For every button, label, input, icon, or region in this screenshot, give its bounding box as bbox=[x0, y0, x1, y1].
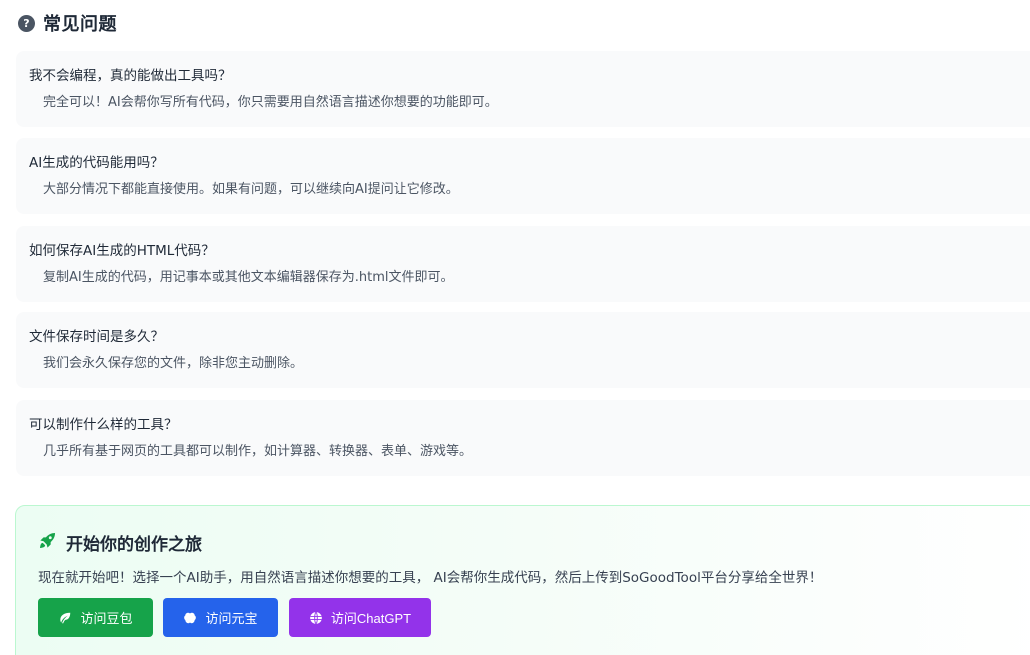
faq-question: 如何保存AI生成的HTML代码？ bbox=[29, 243, 215, 259]
faq-answer: 复制AI生成的代码，用记事本或其他文本编辑器保存为.html文件即可。 bbox=[43, 270, 454, 285]
faq-answer: 大部分情况下都能直接使用。如果有问题，可以继续向AI提问让它修改。 bbox=[43, 182, 459, 197]
faq-answer: 完全可以！AI会帮你写所有代码，你只需要用自然语言描述你想要的功能即可。 bbox=[43, 95, 498, 110]
faq-item: 如何保存AI生成的HTML代码？ 复制AI生成的代码，用记事本或其他文本编辑器保… bbox=[16, 226, 1030, 302]
faq-item: 我不会编程，真的能做出工具吗？ 完全可以！AI会帮你写所有代码，你只需要用自然语… bbox=[16, 51, 1030, 127]
faq-question: 文件保存时间是多久？ bbox=[29, 329, 164, 345]
faq-item: 文件保存时间是多久？ 我们会永久保存您的文件，除非您主动删除。 bbox=[16, 312, 1030, 388]
cta-box: 开始你的创作之旅 现在就开始吧！选择一个AI助手，用自然语言描述你想要的工具， … bbox=[15, 505, 1030, 655]
faq-title: 常见问题 bbox=[43, 14, 117, 35]
faq-item: AI生成的代码能用吗？ 大部分情况下都能直接使用。如果有问题，可以继续向AI提问… bbox=[16, 138, 1030, 214]
cta-title-row: 开始你的创作之旅 bbox=[38, 530, 202, 555]
faq-question: 我不会编程，真的能做出工具吗？ bbox=[29, 68, 232, 84]
faq-header: ? 常见问题 bbox=[18, 12, 117, 35]
faq-item: 可以制作什么样的工具？ 几乎所有基于网页的工具都可以制作，如计算器、转换器、表单… bbox=[16, 400, 1030, 476]
page: ? 常见问题 我不会编程，真的能做出工具吗？ 完全可以！AI会帮你写所有代码，你… bbox=[0, 0, 1030, 655]
cta-description: 现在就开始吧！选择一个AI助手，用自然语言描述你想要的工具， AI会帮你生成代码… bbox=[38, 570, 823, 586]
question-circle-icon: ? bbox=[18, 14, 35, 32]
visit-chatgpt-button[interactable]: 访问ChatGPT bbox=[289, 598, 431, 637]
visit-doubao-label: 访问豆包 bbox=[80, 611, 133, 626]
faq-question: AI生成的代码能用吗？ bbox=[29, 155, 164, 171]
visit-doubao-button[interactable]: 访问豆包 bbox=[38, 598, 153, 637]
faq-answer: 几乎所有基于网页的工具都可以制作，如计算器、转换器、表单、游戏等。 bbox=[43, 444, 473, 459]
cta-title: 开始你的创作之旅 bbox=[66, 535, 202, 555]
globe-icon bbox=[309, 611, 323, 625]
rocket-icon bbox=[38, 531, 57, 554]
visit-yuanbao-button[interactable]: 访问元宝 bbox=[163, 598, 278, 637]
visit-chatgpt-label: 访问ChatGPT bbox=[330, 611, 412, 626]
faq-answer: 我们会永久保存您的文件，除非您主动删除。 bbox=[43, 356, 304, 371]
faq-question: 可以制作什么样的工具？ bbox=[29, 417, 178, 433]
brain-icon bbox=[183, 611, 197, 625]
visit-yuanbao-label: 访问元宝 bbox=[205, 611, 258, 626]
leaf-icon bbox=[58, 611, 72, 625]
